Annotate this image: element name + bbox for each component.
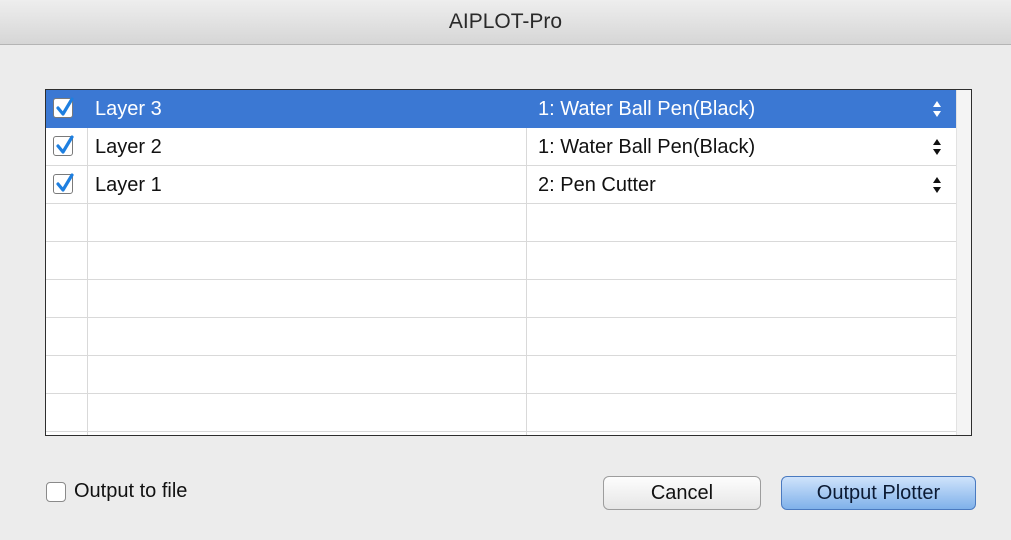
layer-row[interactable]: Layer 3 1: Water Ball Pen(Black): [46, 90, 957, 128]
output-to-file-label: Output to file: [74, 480, 188, 502]
up-down-arrows-icon[interactable]: [932, 100, 942, 118]
empty-row: [46, 280, 957, 318]
up-down-arrows-icon[interactable]: [932, 138, 942, 156]
empty-row: [46, 318, 957, 356]
tool-select[interactable]: 1: Water Ball Pen(Black): [538, 128, 755, 166]
tool-select[interactable]: 2: Pen Cutter: [538, 166, 656, 204]
checkmark-icon: [56, 97, 74, 116]
layer-row[interactable]: Layer 2 1: Water Ball Pen(Black): [46, 128, 957, 166]
empty-row: [46, 242, 957, 280]
up-down-arrows-icon[interactable]: [932, 176, 942, 194]
window-title: AIPLOT-Pro: [0, 0, 1011, 45]
checkmark-icon: [56, 135, 74, 154]
scrollbar[interactable]: [956, 90, 971, 435]
layer-name: Layer 2: [95, 136, 162, 158]
output-to-file-checkbox[interactable]: [46, 482, 66, 502]
layer-name: Layer 1: [95, 174, 162, 196]
empty-row: [46, 394, 957, 432]
layer-checkbox[interactable]: [53, 97, 74, 118]
cancel-button[interactable]: Cancel: [603, 476, 761, 510]
empty-row: [46, 356, 957, 394]
layer-checkbox[interactable]: [53, 135, 74, 156]
checkmark-icon: [56, 173, 74, 192]
layer-checkbox[interactable]: [53, 173, 74, 194]
empty-row: [46, 204, 957, 242]
layer-row[interactable]: Layer 1 2: Pen Cutter: [46, 166, 957, 204]
layer-name: Layer 3: [95, 98, 162, 120]
layer-table[interactable]: Layer 3 1: Water Ball Pen(Black) Layer 2…: [45, 89, 972, 436]
output-plotter-button[interactable]: Output Plotter: [781, 476, 976, 510]
tool-select[interactable]: 1: Water Ball Pen(Black): [538, 90, 755, 128]
